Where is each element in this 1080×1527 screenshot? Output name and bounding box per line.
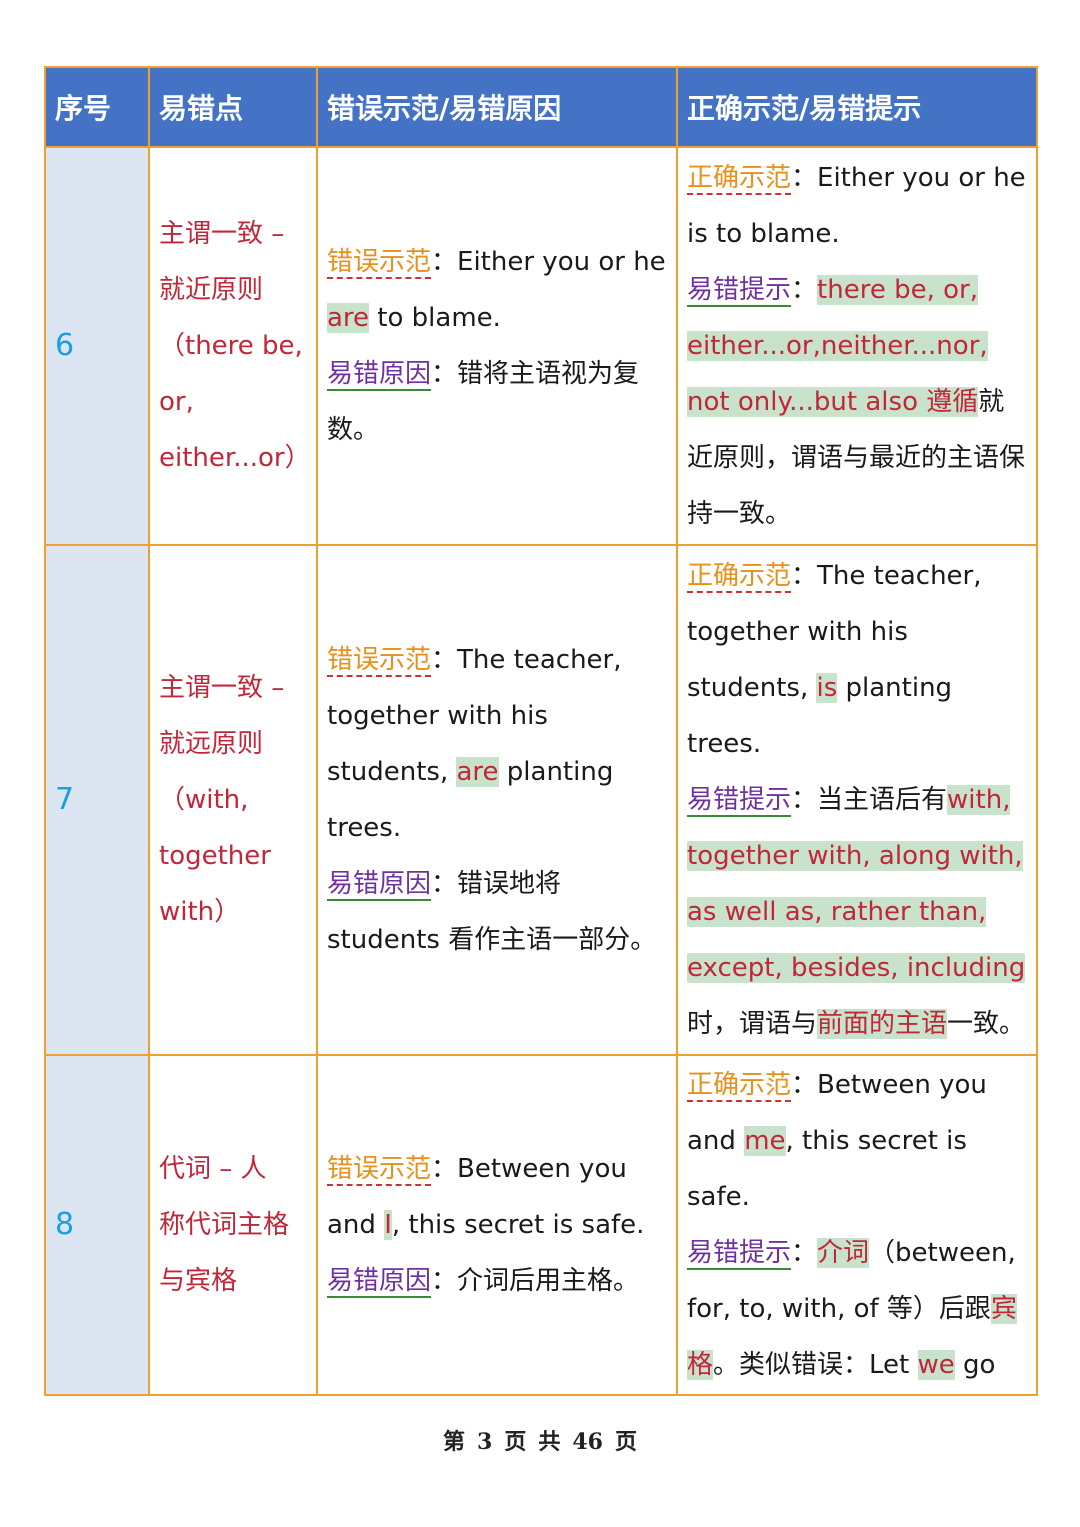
wrong-reason-label: 易错原因 (327, 359, 432, 389)
right-demo-label: 正确示范 (687, 1070, 792, 1100)
row-number: 7 (44, 544, 150, 1056)
wrong-demo-label: 错误示范 (327, 247, 432, 277)
header-number: 序号 (44, 66, 150, 148)
header-error-point: 易错点 (148, 66, 318, 148)
table-header: 序号 易错点 错误示范/易错原因 正确示范/易错提示 (44, 66, 1038, 148)
wrong-example: 错误示范：Between you and I, this secret is s… (316, 1054, 678, 1396)
wrong-example: 错误示范：Either you or he are to blame. 易错原因… (316, 146, 678, 546)
table-row: 7 主谓一致 – 就远原则 （with, together with） 错误示范… (44, 544, 1038, 1056)
row-number: 8 (44, 1054, 150, 1396)
header-right-example: 正确示范/易错提示 (676, 66, 1038, 148)
page-footer: 第 3 页共 46 页 (443, 1429, 637, 1455)
right-example: 正确示范：Either you or he is to blame. 易错提示：… (676, 146, 1038, 546)
total-pages: 46 (572, 1429, 603, 1455)
wrong-reason-label: 易错原因 (327, 869, 432, 899)
header-wrong-example: 错误示范/易错原因 (316, 66, 678, 148)
current-page: 3 (477, 1429, 493, 1455)
table-row: 6 主谓一致 – 就近原则 （there be, or, either...or… (44, 146, 1038, 546)
error-point: 主谓一致 – 就远原则 （with, together with） (148, 544, 318, 1056)
right-demo-label: 正确示范 (687, 561, 792, 591)
tip-label: 易错提示 (687, 275, 792, 305)
right-demo-label: 正确示范 (687, 163, 792, 193)
wrong-demo-label: 错误示范 (327, 645, 432, 675)
tip-label: 易错提示 (687, 785, 792, 815)
table-row: 8 代词 – 人 称代词主格 与宾格 错误示范：Between you and … (44, 1054, 1038, 1396)
right-example: 正确示范：Between you and me, this secret is … (676, 1054, 1038, 1396)
tip-label: 易错提示 (687, 1238, 792, 1268)
row-number: 6 (44, 146, 150, 546)
wrong-demo-label: 错误示范 (327, 1154, 432, 1184)
error-point: 代词 – 人 称代词主格 与宾格 (148, 1054, 318, 1396)
error-point: 主谓一致 – 就近原则 （there be, or, either...or） (148, 146, 318, 546)
wrong-example: 错误示范：The teacher, together with his stud… (316, 544, 678, 1056)
wrong-reason-label: 易错原因 (327, 1266, 432, 1296)
right-example: 正确示范：The teacher, together with his stud… (676, 544, 1038, 1056)
error-table: 序号 易错点 错误示范/易错原因 正确示范/易错提示 6 主谓一致 – 就近原则… (44, 66, 1038, 1396)
